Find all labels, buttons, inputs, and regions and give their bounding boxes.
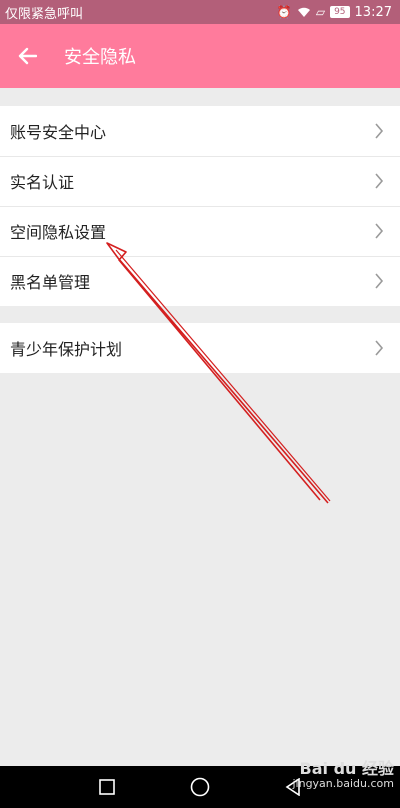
alarm-icon: ⏰ xyxy=(276,5,292,19)
watermark-logo-text: Bai du 经验 xyxy=(299,759,394,778)
signal-icon: ▱ xyxy=(315,5,326,19)
page-title: 安全隐私 xyxy=(64,47,136,68)
settings-group-youth: 青少年保护计划 xyxy=(0,323,400,373)
status-icons: ⏰ ▱ 95 13:27 xyxy=(277,5,392,20)
menu-item-youth-protection-plan[interactable]: 青少年保护计划 xyxy=(0,323,400,373)
square-icon xyxy=(98,779,115,795)
watermark-url: jingyan.baidu.com xyxy=(292,777,394,791)
chevron-right-icon xyxy=(375,223,384,239)
menu-item-space-privacy-settings[interactable]: 空间隐私设置 xyxy=(0,206,400,256)
arrow-left-icon xyxy=(18,47,37,65)
home-button[interactable] xyxy=(189,776,211,798)
menu-item-label: 账号安全中心 xyxy=(10,123,107,142)
battery-icon: 95 xyxy=(330,6,350,18)
wifi-icon xyxy=(297,7,310,17)
carrier-text: 仅限紧急呼叫 xyxy=(5,6,84,22)
menu-item-label: 实名认证 xyxy=(10,173,75,192)
circle-icon xyxy=(190,777,210,797)
chevron-right-icon xyxy=(375,123,384,139)
chevron-right-icon xyxy=(375,340,384,356)
settings-group-main: 账号安全中心 实名认证 空间隐私设置 黑名单管理 xyxy=(0,106,400,306)
clock-time: 13:27 xyxy=(354,4,392,20)
back-button[interactable] xyxy=(0,24,54,88)
baidu-jingyan-watermark: Bai du 经验 jingyan.baidu.com xyxy=(292,759,394,791)
menu-item-real-name-verification[interactable]: 实名认证 xyxy=(0,156,400,206)
menu-item-blacklist-management[interactable]: 黑名单管理 xyxy=(0,256,400,306)
menu-item-label: 黑名单管理 xyxy=(10,273,91,292)
chevron-right-icon xyxy=(375,273,384,289)
chevron-right-icon xyxy=(375,173,384,189)
status-bar: 仅限紧急呼叫 ⏰ ▱ 95 13:27 xyxy=(0,0,400,24)
app-header: 安全隐私 xyxy=(0,24,400,88)
menu-item-label: 青少年保护计划 xyxy=(10,340,123,359)
recent-apps-button[interactable] xyxy=(96,776,118,798)
menu-item-account-security-center[interactable]: 账号安全中心 xyxy=(0,106,400,156)
menu-item-label: 空间隐私设置 xyxy=(10,223,107,242)
